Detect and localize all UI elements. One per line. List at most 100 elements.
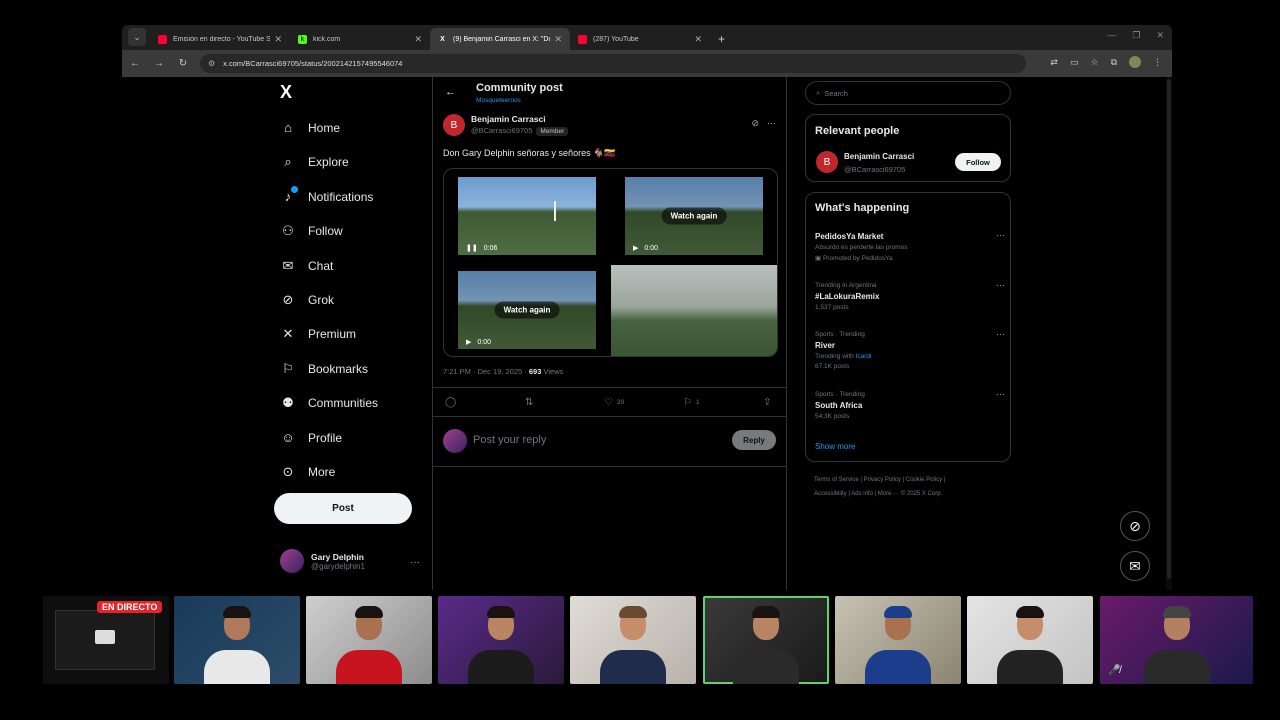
author-name[interactable]: Benjamin Carrasci — [471, 114, 568, 124]
new-tab-icon[interactable]: + — [718, 32, 725, 46]
grok-icon[interactable]: ⊘ — [751, 118, 759, 129]
more-dots-icon[interactable]: ··· — [996, 389, 1005, 399]
person-name[interactable]: Benjamin Carrasci — [844, 152, 914, 161]
address-bar[interactable]: ⚙ x.com/BCarrasci69705/status/2002142157… — [200, 54, 1026, 73]
nav-grok[interactable]: ⊘ Grok — [280, 292, 334, 308]
video-3[interactable]: Watch again ▶ 0:00 — [458, 271, 596, 349]
nav-premium[interactable]: ✕ Premium — [280, 326, 356, 342]
webcam-tile[interactable] — [967, 596, 1093, 684]
cast-icon[interactable]: ▭ — [1070, 57, 1079, 68]
trend-meta: Sports · Trending — [815, 331, 865, 338]
nav-chat[interactable]: ✉ Chat — [280, 258, 334, 274]
share-action[interactable]: ⇪ — [763, 397, 771, 408]
trend-item[interactable]: Sports · Trending South Africa 54.3K pos… — [815, 389, 1005, 420]
follow-button[interactable]: Follow — [955, 153, 1001, 171]
reply-input[interactable]: Post your reply — [473, 434, 546, 446]
more-dots-icon[interactable]: ··· — [996, 230, 1005, 240]
account-switcher[interactable]: Gary Delphin @garydelphin1 ··· — [280, 549, 420, 573]
pause-icon[interactable]: ❚❚ — [466, 244, 478, 252]
avatar — [443, 429, 467, 453]
site-info-icon[interactable]: ⚙ — [208, 59, 215, 68]
nav-follow[interactable]: ⚇ Follow — [280, 223, 343, 239]
video-1[interactable]: ❚❚ 0:06 — [458, 177, 596, 255]
reload-icon[interactable]: ↻ — [176, 58, 190, 69]
tab-close-icon[interactable]: ✕ — [554, 34, 562, 45]
tab-kick[interactable]: k kick.com ✕ — [290, 28, 430, 50]
bookmark-action[interactable]: ⚐ 1 — [683, 397, 700, 408]
watch-again-button[interactable]: Watch again — [494, 301, 560, 319]
screen-share-tile[interactable]: EN DIRECTO — [43, 596, 169, 684]
footer-links: Terms of Service | Privacy Policy | Cook… — [814, 473, 1004, 501]
avatar[interactable]: B — [443, 114, 465, 136]
footer-line[interactable]: Terms of Service | Privacy Policy | Cook… — [814, 473, 1004, 487]
maximize-icon[interactable]: ❐ — [1132, 30, 1140, 41]
more-dots-icon[interactable]: ··· — [996, 280, 1005, 290]
webcam-tile[interactable] — [174, 596, 300, 684]
messages-fab-icon[interactable]: ✉ — [1120, 551, 1150, 581]
nav-more[interactable]: ⊙ More — [280, 464, 336, 480]
tab-close-icon[interactable]: ✕ — [694, 34, 702, 45]
community-link[interactable]: Mosqueteernos — [476, 97, 521, 104]
watch-again-button[interactable]: Watch again — [661, 207, 727, 225]
webcam-tile[interactable] — [306, 596, 432, 684]
photo-goalkeeper[interactable] — [611, 265, 777, 356]
back-arrow-icon[interactable]: ← — [128, 58, 142, 69]
nav-home[interactable]: ⌂ Home — [280, 120, 340, 135]
webcam-tile[interactable] — [835, 596, 961, 684]
mail-icon: ✉ — [282, 258, 294, 273]
nav-communities[interactable]: ⚉ Communities — [280, 395, 378, 411]
footer-line[interactable]: Accessibility | Ads info | More ··· © 20… — [814, 487, 1004, 501]
tab-search-dropdown[interactable]: ⌄ — [128, 28, 146, 46]
trend-item[interactable]: Sports · Trending River Trending with Ic… — [815, 329, 1005, 370]
post-text: Don Gary Delphin señoras y señores 🐐🇻🇪 — [443, 148, 616, 158]
post-button[interactable]: Post — [274, 493, 412, 524]
trend-item[interactable]: Trending in Argentina #LaLokuraRemix 1,5… — [815, 280, 1005, 311]
author-handle[interactable]: @BCarrasci69705 — [471, 126, 532, 135]
nav-notifications[interactable]: ♪ Notifications — [280, 186, 373, 204]
tab-youtube[interactable]: (287) YouTube ✕ — [570, 28, 710, 50]
more-dots-icon[interactable]: ··· — [996, 329, 1005, 339]
tab-youtube-studio[interactable]: Emisión en directo - YouTube Stu ✕ — [150, 28, 290, 50]
grok-fab-icon[interactable]: ⊘ — [1120, 511, 1150, 541]
post-timestamp: 7:21 PM · Dec 19, 2025 · 693 Views — [443, 367, 563, 376]
nav-profile[interactable]: ☺ Profile — [280, 430, 342, 445]
webcam-tile[interactable]: 🎤̸ — [1100, 596, 1253, 684]
bookmark-count: 1 — [695, 399, 700, 406]
star-icon[interactable]: ☆ — [1090, 57, 1098, 68]
reply-button[interactable]: Reply — [732, 430, 776, 450]
share-icon: ⇪ — [763, 397, 772, 408]
trend-item[interactable]: PedidosYa Market Absurdo es perderte las… — [815, 230, 1005, 262]
x-logo-icon[interactable]: X — [280, 82, 292, 103]
video-2[interactable]: Watch again ▶ 0:00 — [625, 177, 763, 255]
minimize-icon[interactable]: — — [1107, 30, 1116, 41]
extensions-icon[interactable]: ⧉ — [1111, 57, 1117, 68]
more-dots-icon[interactable]: ··· — [767, 118, 776, 129]
search-input[interactable]: ⌕ Search — [805, 81, 1011, 105]
webcam-tile-active[interactable] — [703, 596, 829, 684]
tab-x-post[interactable]: X (9) Benjamin Carrasci en X: "Don ✕ — [430, 28, 570, 50]
tab-close-icon[interactable]: ✕ — [274, 34, 282, 45]
nav-explore[interactable]: ⌕ Explore — [280, 154, 348, 170]
translate-icon[interactable]: ⇄ — [1050, 57, 1058, 68]
more-dots-icon[interactable]: ··· — [410, 557, 420, 568]
like-action[interactable]: ♡ 20 — [604, 397, 624, 408]
repost-action[interactable]: ⇅ — [525, 397, 533, 408]
play-icon[interactable]: ▶ — [633, 244, 638, 252]
close-window-icon[interactable]: ✕ — [1156, 30, 1164, 41]
account-handle: @garydelphin1 — [311, 561, 365, 571]
notification-dot — [291, 186, 298, 193]
play-icon[interactable]: ▶ — [466, 338, 471, 346]
webcam-tile[interactable] — [570, 596, 696, 684]
page-scrollbar[interactable] — [1166, 77, 1172, 590]
reply-action[interactable]: ◯ — [445, 397, 456, 408]
trend-link[interactable]: Icardi — [856, 353, 872, 360]
profile-avatar-icon[interactable] — [1129, 56, 1141, 68]
show-more-link[interactable]: Show more — [815, 442, 855, 451]
menu-kebab-icon[interactable]: ⋮ — [1153, 57, 1162, 68]
forward-arrow-icon[interactable]: → — [152, 58, 166, 69]
avatar[interactable]: B — [816, 151, 838, 173]
nav-bookmarks[interactable]: ⚐ Bookmarks — [280, 361, 368, 377]
back-arrow-icon[interactable]: ← — [445, 86, 456, 98]
tab-close-icon[interactable]: ✕ — [414, 34, 422, 45]
webcam-tile[interactable] — [438, 596, 564, 684]
